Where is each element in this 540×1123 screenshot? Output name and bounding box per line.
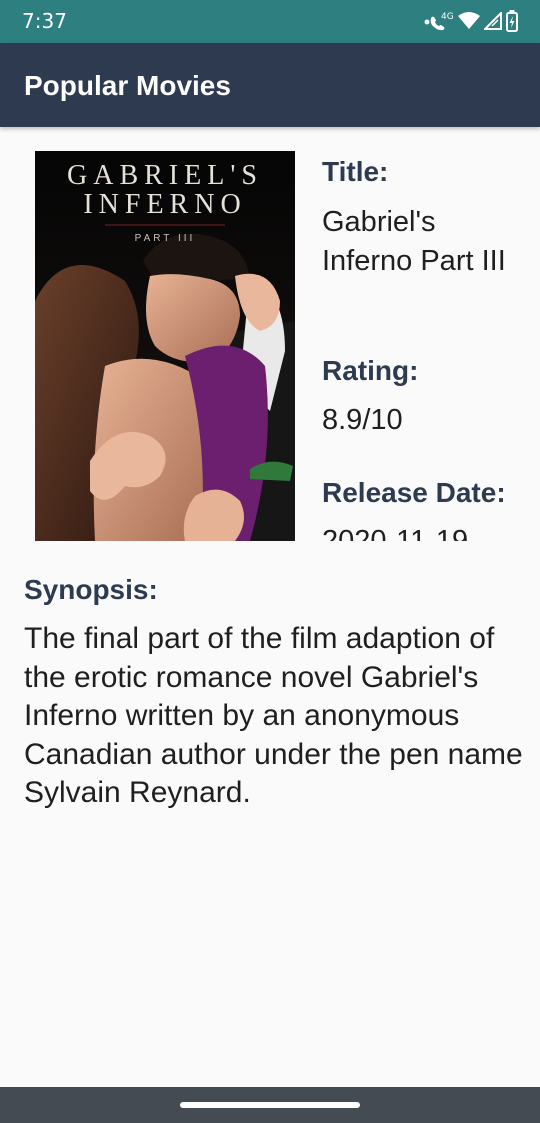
rating-label: Rating: — [322, 355, 419, 386]
movie-rating: 8.9/10 — [322, 404, 403, 436]
app-bar: Popular Movies — [0, 43, 540, 127]
poster-title-line1: GABRIEL'S — [67, 160, 263, 191]
signal-icon — [484, 12, 502, 30]
battery-icon — [506, 10, 518, 32]
movie-poster: GABRIEL'S INFERNO PART III — [35, 151, 295, 541]
movie-title: Gabriel's Inferno Part III — [322, 206, 506, 277]
call-icon: 4G — [424, 10, 454, 32]
synopsis-label: Synopsis: — [24, 574, 158, 605]
title-label: Title: — [322, 156, 389, 187]
poster-title: GABRIEL'S INFERNO — [35, 161, 295, 219]
status-bar: 7:37 4G — [0, 0, 540, 43]
home-handle[interactable] — [180, 1102, 360, 1108]
network-label: 4G — [441, 12, 454, 22]
poster-title-line2: INFERNO — [83, 189, 247, 220]
movie-info: Title: Gabriel's Inferno Part III Rating… — [322, 151, 522, 541]
poster-subtitle: PART III — [134, 233, 196, 244]
movie-release-date: 2020-11-19 — [322, 525, 469, 541]
app-title: Popular Movies — [24, 70, 231, 101]
status-icons: 4G — [424, 9, 518, 33]
navigation-bar — [0, 1087, 540, 1123]
wifi-icon — [458, 12, 480, 30]
release-date-label: Release Date: — [322, 477, 506, 508]
status-time: 7:37 — [22, 9, 67, 33]
synopsis-text: The final part of the film adaption of t… — [24, 622, 523, 809]
